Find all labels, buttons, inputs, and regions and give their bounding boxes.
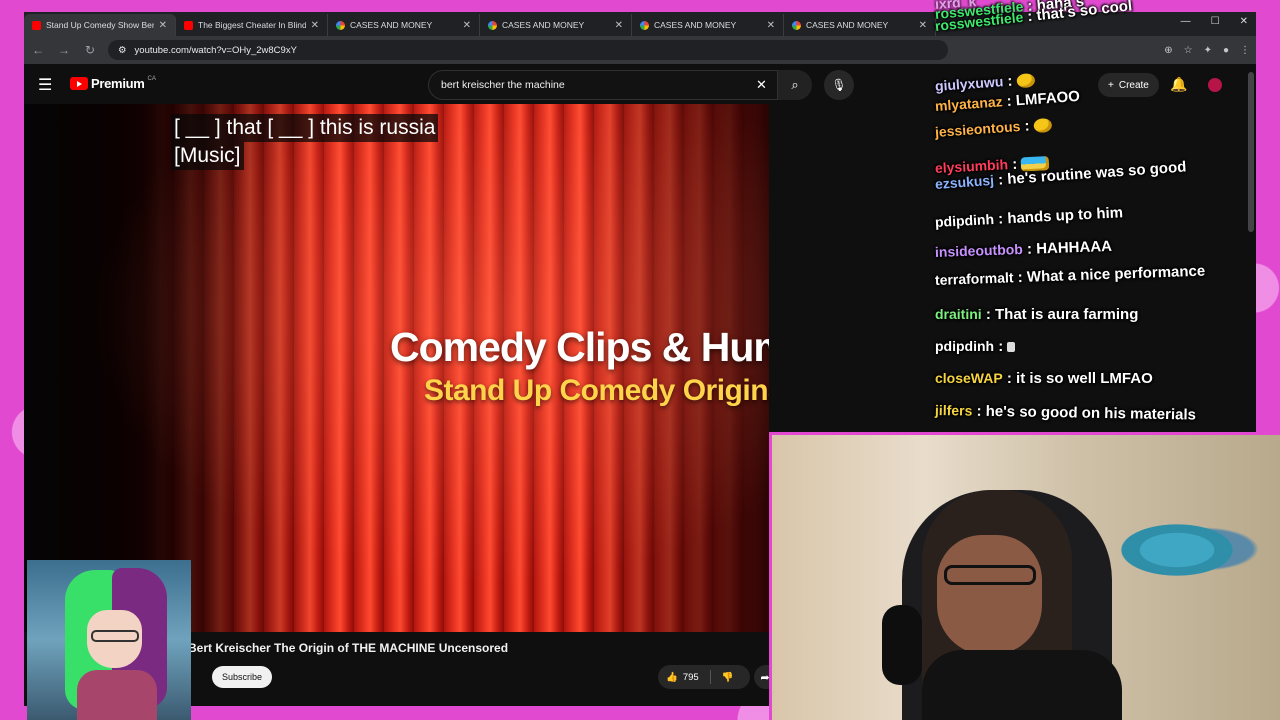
tab-cases-and-money-4[interactable]: CASES AND MONEY ✕: [784, 14, 936, 36]
reload-icon[interactable]: ↻: [82, 43, 98, 57]
thumbs-up-icon[interactable]: 👍: [666, 672, 678, 683]
tab-label: The Biggest Cheater In Blindfold: [198, 20, 306, 30]
youtube-logo[interactable]: Premium CA: [70, 76, 156, 91]
streamer-face: [937, 535, 1042, 655]
chat-overlay: ixrd_k rosswestfiele : haha s rosswestfiel…: [934, 0, 1235, 430]
search-icon: ⌕: [791, 77, 799, 92]
chat-message: closeWAP : it is so well LMFAO: [935, 370, 1153, 387]
chat-message: draitini : That is aura farming: [935, 306, 1139, 323]
youtube-icon: [184, 20, 193, 30]
back-icon[interactable]: ←: [30, 43, 46, 57]
video-title: Bert Kreischer The Origin of THE MACHINE…: [188, 641, 509, 655]
tab-cases-and-money-2[interactable]: CASES AND MONEY ✕: [480, 14, 632, 36]
video-player[interactable]: [ __ ] that [ __ ] this is russia [Music…: [24, 104, 769, 632]
chat-text: hands up to him: [1006, 204, 1124, 228]
voice-search-button[interactable]: 🎙: [824, 70, 854, 100]
chat-text: HAHHAAA: [1035, 237, 1113, 258]
laugh-emote-icon: [1016, 73, 1036, 89]
video-overlay-title: Comedy Clips & Humor: [390, 324, 769, 370]
caption-line: [Music]: [171, 142, 244, 170]
chat-message: terraformalt : What a nice performance: [934, 262, 1206, 288]
video-overlay-subtitle: Stand Up Comedy Originals: [424, 374, 769, 407]
chat-username: insideoutbob: [934, 240, 1024, 260]
like-dislike-group: 👍 795 👎: [658, 665, 750, 689]
tab-label: CASES AND MONEY: [654, 20, 737, 30]
chat-text: LMFAOO: [1015, 87, 1081, 110]
chat-username: giulyxuwu: [934, 73, 1004, 94]
chat-username: ezsukusj: [934, 171, 995, 192]
caption-line: [ __ ] that [ __ ] this is russia: [171, 114, 439, 142]
close-icon[interactable]: ✕: [919, 20, 927, 31]
forward-icon[interactable]: →: [56, 43, 72, 57]
streamer-glasses: [944, 565, 1036, 585]
thumbs-down-icon[interactable]: 👎: [722, 672, 734, 683]
chat-message: jessieontous :: [934, 116, 1053, 141]
site-info-icon[interactable]: ⚙: [118, 45, 127, 56]
search-input[interactable]: bert kreischer the machine: [428, 70, 778, 100]
chat-username: closeWAP: [935, 370, 1003, 386]
chat-message: insideoutbob : HAHHAAA: [934, 237, 1113, 260]
tab-label: CASES AND MONEY: [350, 20, 433, 30]
microphone: [882, 605, 922, 685]
tab-label: Stand Up Comedy Show Bert Kr: [46, 20, 154, 30]
premium-label: Premium: [91, 76, 145, 91]
subscribe-button[interactable]: Subscribe: [212, 666, 272, 688]
chat-text: What a nice performance: [1026, 262, 1206, 286]
chat-message: jilfers : he's so good on his materials: [934, 402, 1197, 424]
hamburger-menu-icon[interactable]: ☰: [38, 75, 52, 95]
webcam-feed: [769, 432, 1280, 720]
chat-username: jilfers: [934, 402, 973, 419]
tab-label: CASES AND MONEY: [806, 20, 889, 30]
close-icon[interactable]: ✕: [159, 20, 167, 31]
tab-cases-and-money-1[interactable]: CASES AND MONEY ✕: [328, 14, 480, 36]
chat-text: it is so well LMFAO: [1016, 370, 1153, 387]
clear-search-icon[interactable]: ✕: [756, 77, 767, 93]
laugh-emote-icon: [1033, 117, 1053, 134]
chat-message: pdipdinh :: [935, 338, 1016, 355]
divider: [709, 670, 711, 684]
google-icon: [640, 20, 649, 30]
closed-captions: [ __ ] that [ __ ] this is russia [Music…: [171, 114, 439, 170]
close-icon[interactable]: ✕: [463, 20, 471, 31]
background-clothes: [1112, 520, 1242, 580]
vtuber-avatar-overlay: [27, 560, 191, 720]
country-code: CA: [147, 76, 156, 82]
google-icon: [336, 20, 345, 30]
chat-username: terraformalt: [934, 269, 1014, 288]
search-query: bert kreischer the machine: [441, 79, 565, 91]
chat-username: pdipdinh: [935, 338, 995, 354]
url-text: youtube.com/watch?v=OHy_2w8C9xY: [134, 44, 297, 56]
chat-username: draitini: [935, 306, 982, 322]
tab-biggest-cheater[interactable]: The Biggest Cheater In Blindfold ✕: [176, 14, 328, 36]
small-emote-icon: [1007, 342, 1016, 353]
address-bar[interactable]: ⚙ youtube.com/watch?v=OHy_2w8C9xY: [108, 40, 948, 60]
close-window-icon[interactable]: ✕: [1240, 16, 1248, 27]
close-icon[interactable]: ✕: [615, 20, 623, 31]
youtube-play-icon: [70, 77, 88, 90]
chat-username: pdipdinh: [934, 210, 995, 230]
microphone-icon: 🎙: [831, 78, 847, 92]
close-icon[interactable]: ✕: [767, 20, 775, 31]
vtuber-glasses: [91, 630, 139, 642]
close-icon[interactable]: ✕: [311, 20, 319, 31]
page-scrollbar[interactable]: [1248, 72, 1254, 232]
tab-label: CASES AND MONEY: [502, 20, 585, 30]
chat-username: mlyatanaz: [934, 93, 1004, 114]
chat-text: he's so good on his materials: [985, 402, 1197, 424]
google-icon: [792, 20, 801, 30]
search-button[interactable]: ⌕: [778, 70, 812, 100]
chat-username: jessieontous: [934, 118, 1021, 140]
google-icon: [488, 20, 497, 30]
menu-icon[interactable]: ⋮: [1240, 45, 1250, 56]
tab-cases-and-money-3[interactable]: CASES AND MONEY ✕: [632, 14, 784, 36]
vtuber-outfit: [77, 670, 157, 720]
like-count: 795: [682, 671, 699, 683]
streamer-body: [922, 650, 1122, 720]
youtube-icon: [32, 20, 41, 30]
chat-text: That is aura farming: [995, 306, 1139, 323]
tab-stand-up-comedy[interactable]: Stand Up Comedy Show Bert Kr ✕: [24, 14, 176, 36]
chat-message: pdipdinh : hands up to him: [934, 204, 1124, 230]
